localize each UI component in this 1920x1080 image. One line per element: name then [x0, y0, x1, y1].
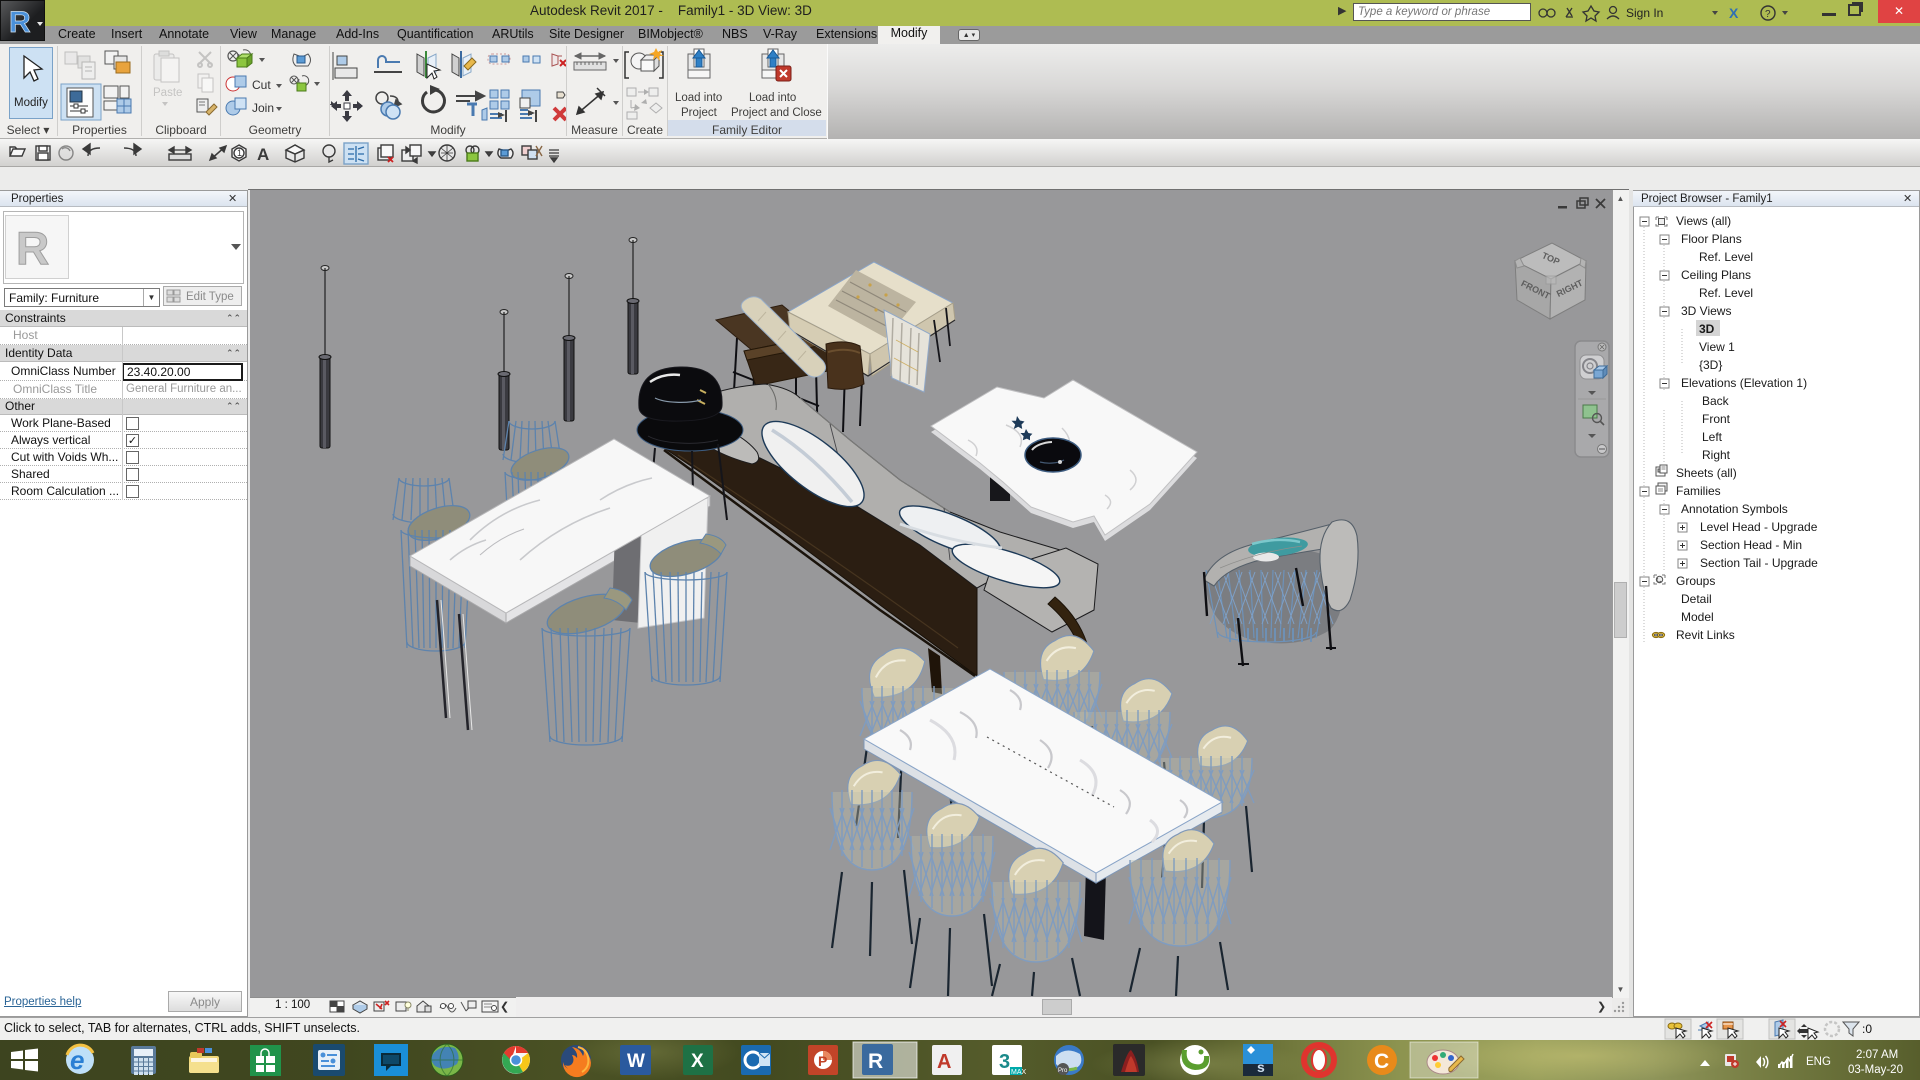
svg-text:s: s [1257, 1059, 1265, 1075]
svg-text:1: 1 [237, 148, 242, 158]
svg-text:A: A [257, 145, 269, 164]
svg-text:Front: Front [1702, 412, 1731, 426]
svg-text:Revit Links: Revit Links [1676, 628, 1735, 642]
svg-text:C: C [1374, 1050, 1389, 1073]
svg-text:3D: 3D [1699, 322, 1715, 336]
svg-text:Floor Plans: Floor Plans [1681, 232, 1742, 246]
svg-text:Join: Join [252, 101, 274, 115]
svg-text:Pro: Pro [1058, 1068, 1068, 1074]
svg-text:Groups: Groups [1676, 574, 1715, 588]
svg-text:Back: Back [1702, 394, 1730, 408]
svg-text:Project: Project [681, 107, 718, 119]
svg-text:Paste: Paste [153, 87, 182, 99]
svg-text:X: X [691, 1051, 704, 1072]
svg-text:MAX: MAX [1011, 1069, 1027, 1076]
svg-text:e: e [70, 1045, 84, 1075]
svg-text:View 1: View 1 [1699, 340, 1735, 354]
svg-text:2:07 AM: 2:07 AM [1856, 1049, 1898, 1061]
svg-text:Cut: Cut [252, 78, 271, 92]
svg-text:Left: Left [1702, 430, 1723, 444]
svg-text:Edit Type: Edit Type [186, 291, 234, 303]
svg-text:Ref. Level: Ref. Level [1699, 286, 1753, 300]
svg-text:X: X [1729, 5, 1739, 21]
svg-text:Sheets (all): Sheets (all) [1676, 466, 1737, 480]
svg-text:{3D}: {3D} [1699, 358, 1722, 372]
svg-text:R: R [16, 222, 49, 274]
svg-text:3: 3 [999, 1051, 1010, 1073]
svg-text:?: ? [1765, 9, 1771, 20]
svg-text:Views (all): Views (all) [1676, 214, 1731, 228]
svg-text:Annotation Symbols: Annotation Symbols [1681, 502, 1788, 516]
svg-text:Load into: Load into [675, 92, 722, 104]
svg-text:Project and Close: Project and Close [731, 107, 822, 119]
svg-text:R: R [868, 1050, 883, 1073]
svg-text:Model: Model [1681, 610, 1714, 624]
svg-text:Load into: Load into [749, 92, 796, 104]
svg-text:Families: Families [1676, 484, 1721, 498]
svg-text:Section Head - Min: Section Head - Min [1700, 538, 1802, 552]
svg-text:Detail: Detail [1681, 592, 1712, 606]
svg-text:ENG: ENG [1806, 1056, 1831, 1068]
svg-text:Right: Right [1702, 448, 1731, 462]
svg-text:R: R [9, 6, 31, 39]
svg-text:Ceiling Plans: Ceiling Plans [1681, 268, 1751, 282]
svg-text:Ref. Level: Ref. Level [1699, 250, 1753, 264]
svg-text:Elevations (Elevation 1): Elevations (Elevation 1) [1681, 376, 1807, 390]
svg-text:03-May-20: 03-May-20 [1848, 1064, 1903, 1076]
svg-text:Modify: Modify [14, 97, 48, 109]
svg-text:Level Head - Upgrade: Level Head - Upgrade [1700, 520, 1818, 534]
svg-text:W: W [627, 1051, 645, 1072]
svg-text:Sign In: Sign In [1626, 6, 1663, 20]
svg-text:A: A [937, 1051, 951, 1073]
svg-text:3D Views: 3D Views [1681, 304, 1731, 318]
svg-text:P: P [818, 1053, 827, 1069]
svg-text:Section Tail - Upgrade: Section Tail - Upgrade [1700, 556, 1818, 570]
